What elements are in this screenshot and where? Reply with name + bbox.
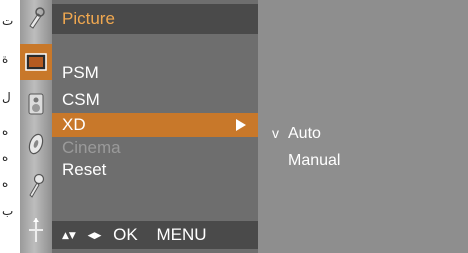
up-down-arrows-icon: ▲▼: [62, 230, 76, 241]
edge-glyph: ب: [2, 204, 14, 218]
edge-glyph: ه: [2, 150, 9, 164]
option-key-icon[interactable]: [20, 168, 52, 204]
menu-title: Picture: [52, 4, 258, 34]
menu-item-csm[interactable]: CSM: [52, 88, 258, 112]
menu-hint: MENU: [156, 225, 207, 244]
submenu-arrow-icon: [236, 119, 246, 131]
ok-hint: OK: [113, 225, 138, 244]
menu-item-cinema: Cinema: [52, 136, 258, 160]
menu-item-label: PSM: [62, 63, 99, 82]
xd-submenu: v Auto Manual: [258, 0, 468, 253]
setup-wrench-icon[interactable]: [20, 0, 52, 36]
tv-osd-menu: Picture PSM CSM XD Cinema Reset ▲▼ ◀▶ OK…: [20, 0, 468, 253]
option-label: Auto: [288, 125, 321, 142]
picture-screen-icon[interactable]: [20, 44, 52, 80]
selected-check-icon: v: [272, 125, 279, 141]
menu-item-label: Reset: [62, 160, 107, 179]
left-right-arrows-icon: ◀▶: [87, 230, 102, 241]
screen-adjust-icon[interactable]: [20, 212, 52, 248]
audio-speaker-icon[interactable]: [20, 86, 52, 122]
edge-glyph: ل: [2, 90, 11, 104]
menu-item-psm[interactable]: PSM: [52, 61, 258, 85]
menu-panel: Picture PSM CSM XD Cinema Reset ▲▼ ◀▶ OK…: [52, 0, 258, 253]
menu-item-label: CSM: [62, 90, 100, 109]
edge-glyph: ت: [2, 14, 14, 28]
menu-item-label: Cinema: [62, 138, 121, 157]
navigation-hint-bar: ▲▼ ◀▶ OK MENU: [52, 221, 258, 249]
menu-item-reset[interactable]: Reset: [52, 158, 258, 182]
menu-item-label: XD: [62, 115, 86, 134]
category-icon-bar: [20, 0, 52, 253]
option-label: Manual: [288, 152, 341, 169]
menu-item-xd[interactable]: XD: [52, 113, 258, 137]
time-disc-icon[interactable]: [20, 126, 52, 162]
edge-glyph: ه: [2, 176, 9, 190]
edge-glyph: ة: [2, 52, 9, 66]
edge-glyph: ه: [2, 124, 9, 138]
document-edge-text: ت ة ل ه ه ه ب: [0, 0, 20, 253]
submenu-option-auto[interactable]: v Auto: [272, 122, 321, 145]
submenu-option-manual[interactable]: Manual: [272, 150, 340, 172]
